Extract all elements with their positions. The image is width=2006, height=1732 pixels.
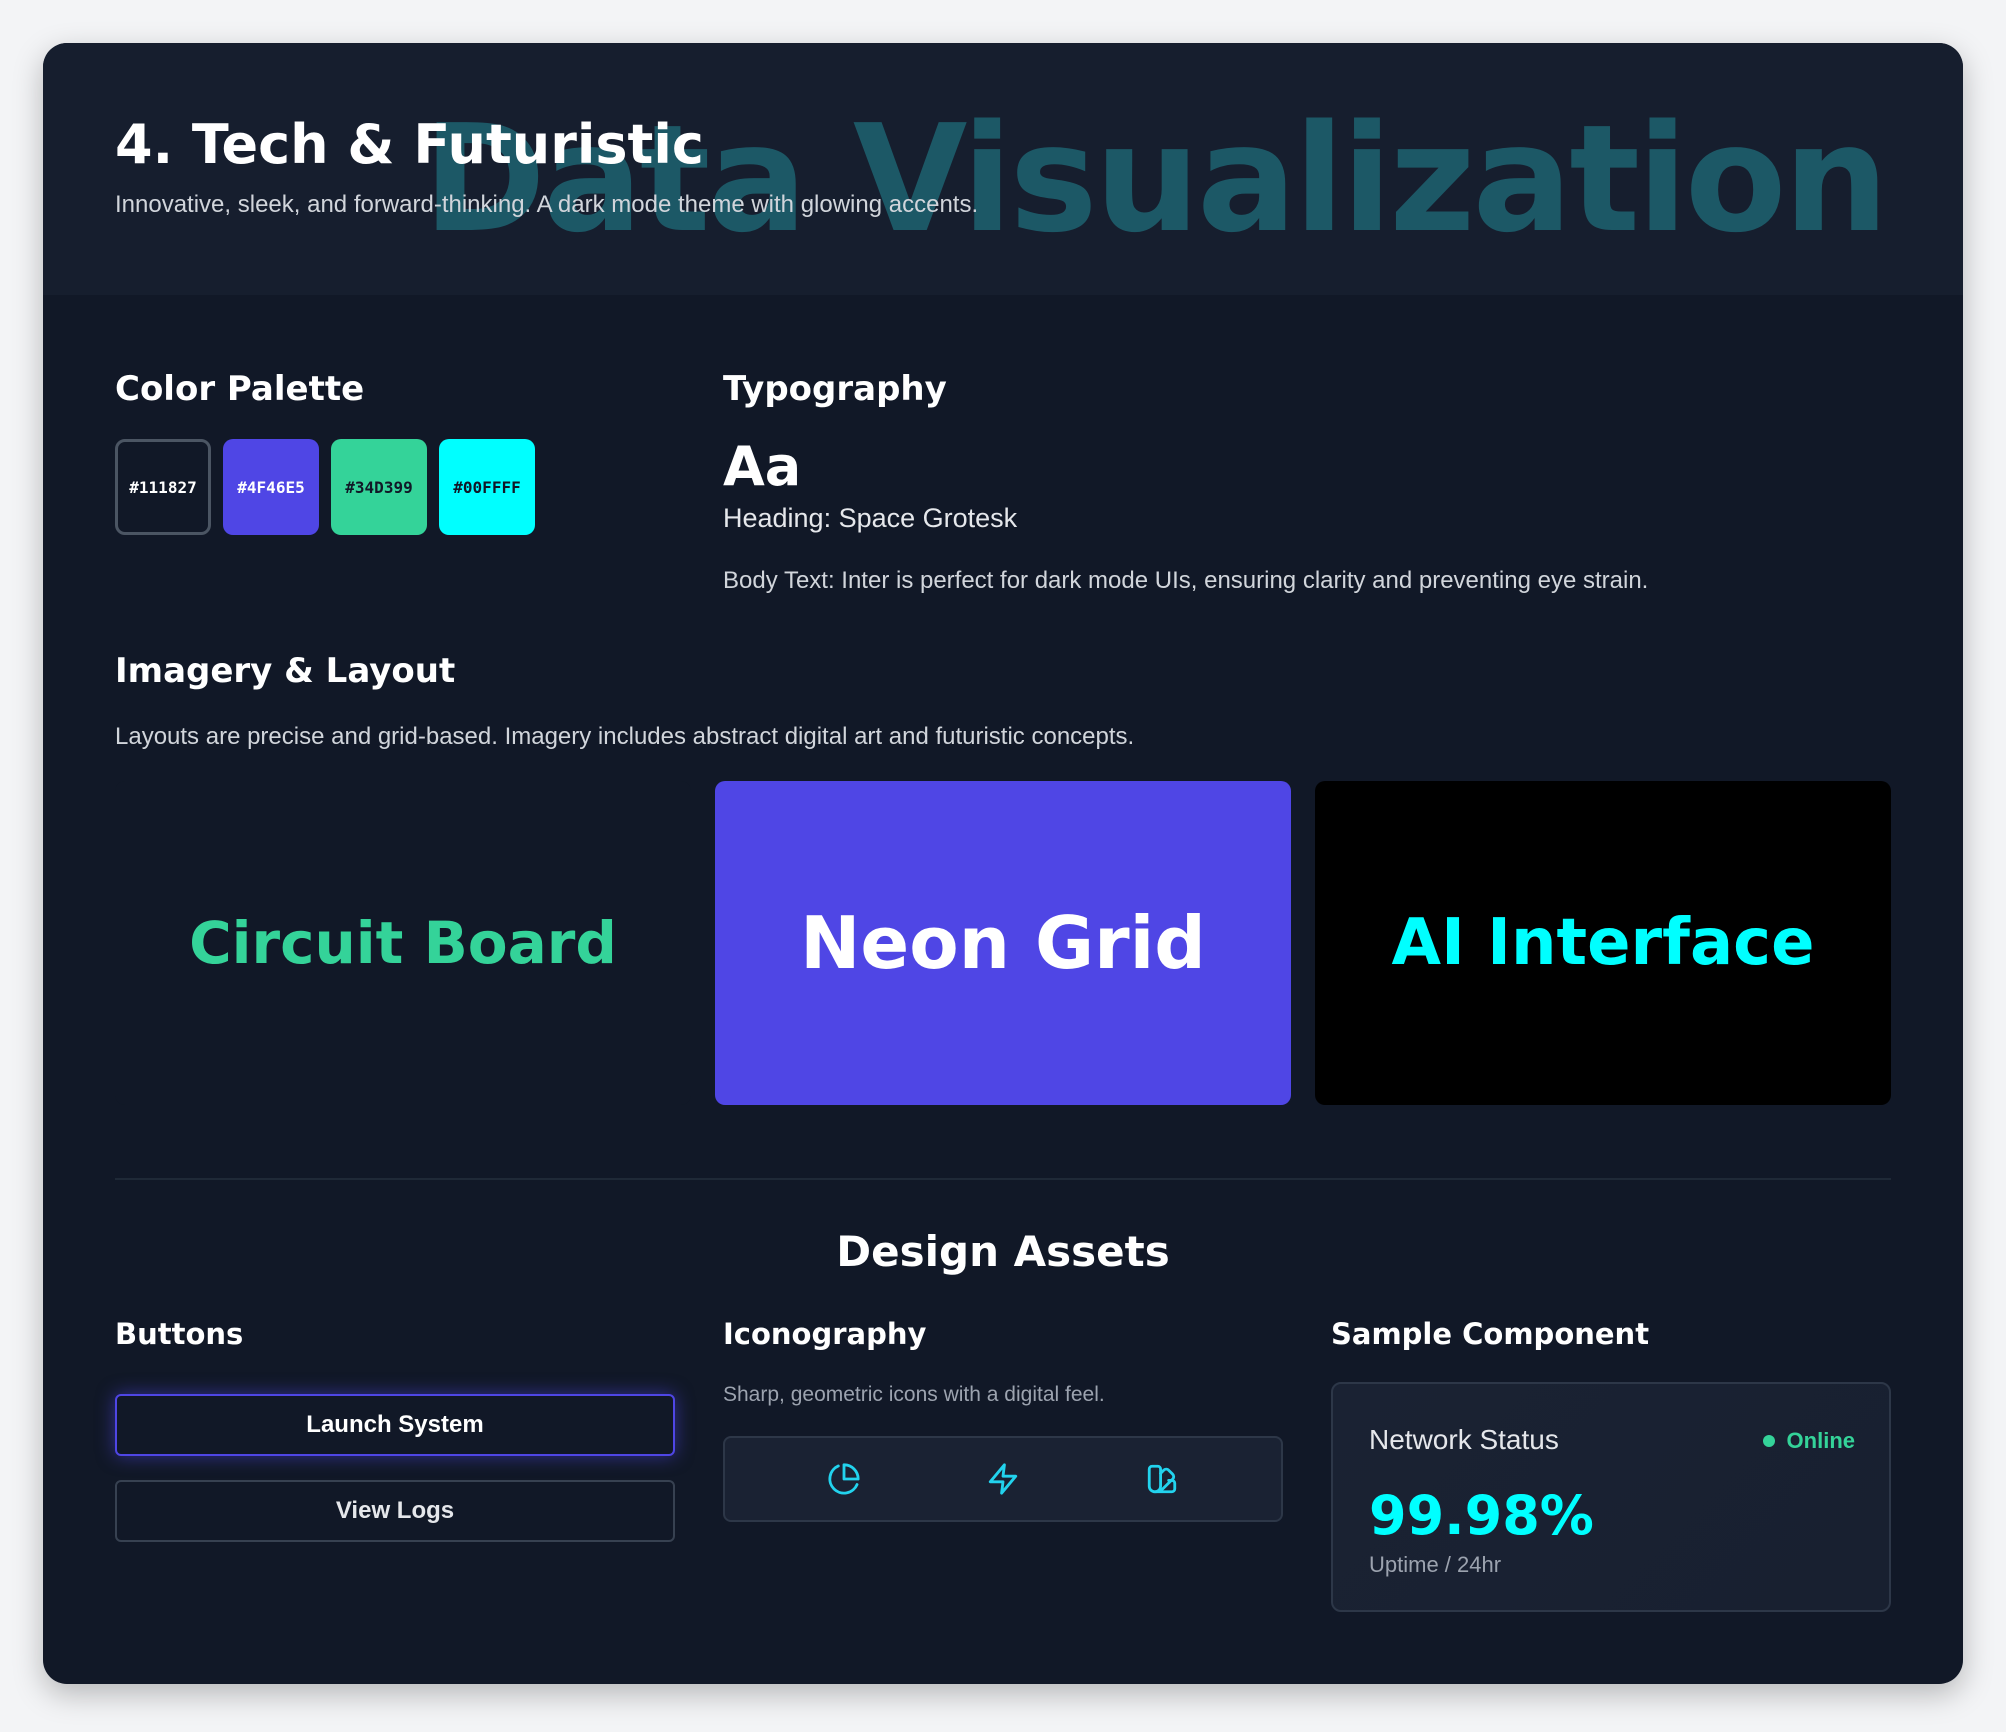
swatch-book-icon: [1147, 1464, 1176, 1494]
color-swatches: #111827 #4F46E5 #34D399 #00FFFF: [115, 439, 535, 535]
view-logs-button[interactable]: View Logs: [115, 1480, 675, 1542]
typography-heading: Typography: [723, 369, 947, 409]
color-swatch: #4F46E5: [223, 439, 319, 535]
launch-system-button[interactable]: Launch System: [115, 1394, 675, 1456]
body-font-label: Body Text: Inter is perfect for dark mod…: [723, 567, 1649, 594]
imagery-tile-circuit-board: Circuit Board: [115, 781, 691, 1105]
iconography-heading: Iconography: [723, 1317, 927, 1351]
color-palette-heading: Color Palette: [115, 369, 365, 409]
sample-component-heading: Sample Component: [1331, 1317, 1650, 1351]
icon-showcase: [723, 1436, 1283, 1522]
uptime-label: Uptime / 24hr: [1369, 1552, 1502, 1577]
color-swatch: #34D399: [331, 439, 427, 535]
imagery-tile-ai-interface: AI Interface: [1315, 781, 1891, 1105]
design-assets-heading: Design Assets: [836, 1227, 1170, 1276]
color-swatch: #00FFFF: [439, 439, 535, 535]
uptime-value: 99.98%: [1369, 1484, 1594, 1547]
status-dot-icon: [1762, 1435, 1775, 1447]
type-sample: Aa: [723, 435, 802, 498]
status-badge: Online: [1762, 1428, 1855, 1454]
style-card: Data Visualization 4. Tech & Futuristic …: [43, 43, 1963, 1684]
imagery-description: Layouts are precise and grid-based. Imag…: [115, 723, 1135, 750]
page-subtitle: Innovative, sleek, and forward-thinking.…: [115, 191, 979, 218]
status-text: Online: [1786, 1428, 1855, 1453]
lightning-bolt-icon: [988, 1463, 1018, 1495]
header-band: Data Visualization 4. Tech & Futuristic …: [43, 43, 1963, 295]
imagery-heading: Imagery & Layout: [115, 651, 456, 691]
heading-font-label: Heading: Space Grotesk: [723, 503, 1018, 533]
iconography-description: Sharp, geometric icons with a digital fe…: [723, 1383, 1105, 1406]
network-status-card: Network Status Online 99.98% Uptime / 24…: [1331, 1382, 1891, 1612]
buttons-heading: Buttons: [115, 1317, 244, 1351]
imagery-tile-neon-grid: Neon Grid: [715, 781, 1291, 1105]
section-divider: [115, 1178, 1891, 1180]
page-title: 4. Tech & Futuristic: [115, 113, 704, 176]
color-swatch: #111827: [115, 439, 211, 535]
pie-chart-icon: [828, 1463, 860, 1495]
network-status-title: Network Status: [1369, 1424, 1559, 1455]
